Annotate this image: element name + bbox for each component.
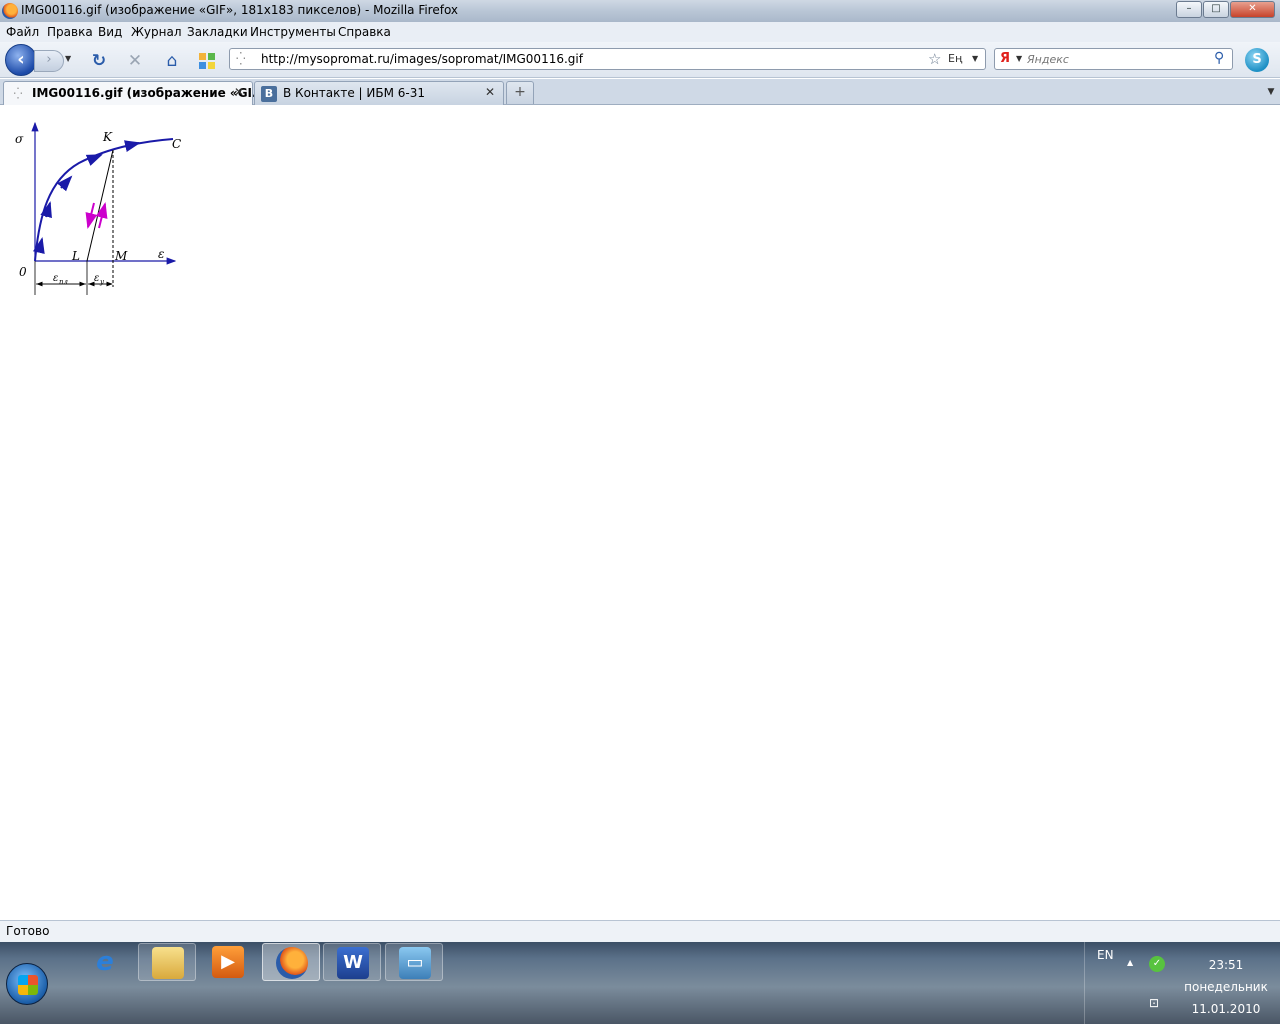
stress-strain-image: σ ε 0 K C L M ε пл ε у	[15, 121, 181, 295]
clock-time: 23:51	[1208, 958, 1244, 972]
stop-icon[interactable]: ✕	[125, 51, 145, 71]
back-arrow-icon: ‹	[17, 49, 25, 70]
history-dropdown-button[interactable]: ▼	[65, 54, 71, 63]
back-button[interactable]: ‹	[5, 44, 37, 76]
eps-elastic-subscript: у	[99, 278, 105, 286]
taskbar-file-explorer[interactable]	[138, 943, 196, 981]
menu-file[interactable]: Файл	[6, 25, 39, 39]
epsilon-label: ε	[158, 247, 164, 261]
tab-bar: ⁛ IMG00116.gif (изображение «GI... ✕ B В…	[0, 79, 1280, 105]
page-content: σ ε 0 K C L M ε пл ε у	[0, 106, 1280, 920]
clock-date: 11.01.2010	[1191, 1002, 1261, 1016]
tab-label: В Контакте | ИБМ 6-31	[283, 86, 426, 100]
yandex-icon[interactable]: Я	[1000, 51, 1010, 66]
origin-label: 0	[19, 265, 27, 279]
search-bar[interactable]: Я ▼ ⚲	[994, 48, 1233, 70]
menu-help[interactable]: Справка	[338, 25, 391, 39]
media-player-icon: ▶	[212, 946, 244, 978]
bookmark-star-icon[interactable]: ☆	[928, 50, 941, 68]
search-input[interactable]	[1027, 51, 1207, 67]
menu-bookmarks[interactable]: Закладки	[187, 25, 248, 39]
point-l-label: L	[71, 249, 80, 263]
network-icon[interactable]: ⊡	[1149, 996, 1159, 1010]
new-tab-button[interactable]: +	[506, 81, 534, 104]
close-button[interactable]: ✕	[1230, 1, 1275, 18]
security-shield-icon[interactable]: ✓	[1149, 956, 1165, 972]
loading-curve	[34, 138, 174, 262]
forward-arrow-icon: ›	[46, 52, 52, 67]
tab-vkontakte[interactable]: B В Контакте | ИБМ 6-31 ✕	[254, 81, 504, 105]
point-m-label: M	[114, 249, 128, 263]
menu-bar: Файл Правка Вид Журнал Закладки Инструме…	[0, 22, 1280, 42]
eps-plastic-subscript: пл	[59, 278, 68, 286]
title-bar: IMG00116.gif (изображение «GIF», 181x183…	[0, 0, 1280, 22]
unloading-arrow	[85, 202, 98, 229]
taskbar-media-player[interactable]: ▶	[199, 943, 257, 981]
loading-arrow	[33, 237, 45, 254]
start-button[interactable]	[6, 963, 48, 1005]
keyboard-layout-indicator[interactable]: Eң	[948, 52, 962, 65]
status-bar: Готово	[0, 920, 1280, 942]
taskbar-picture-viewer[interactable]: ▭	[385, 943, 443, 981]
taskbar-firefox[interactable]	[262, 943, 320, 981]
skype-icon[interactable]: S	[1245, 48, 1269, 72]
window-title: IMG00116.gif (изображение «GIF», 181x183…	[21, 3, 459, 17]
url-text[interactable]: http://mysopromat.ru/images/sopromat/IMG…	[261, 52, 583, 66]
menu-edit[interactable]: Правка	[47, 25, 93, 39]
system-tray: EN ▲ ✓ ⊡ 23:51 понедельник 11.01.2010	[1084, 942, 1280, 1024]
file-explorer-icon	[152, 947, 184, 979]
search-icon[interactable]: ⚲	[1214, 50, 1224, 66]
word-icon: W	[337, 947, 369, 979]
page-icon: ⁛	[13, 87, 23, 100]
maximize-button[interactable]: □	[1203, 1, 1229, 18]
minimize-button[interactable]: –	[1176, 1, 1202, 18]
menu-tools[interactable]: Инструменты	[250, 25, 336, 39]
clock[interactable]: 23:51 понедельник 11.01.2010	[1181, 954, 1271, 1020]
point-k-label: K	[102, 130, 113, 144]
tab-close-icon[interactable]: ✕	[234, 85, 244, 99]
eps-elastic-label: ε	[94, 273, 99, 284]
url-bar[interactable]: ⁛ http://mysopromat.ru/images/sopromat/I…	[229, 48, 986, 70]
taskbar-word[interactable]: W	[323, 943, 381, 981]
page-icon: ⁛	[236, 52, 246, 66]
tab-close-icon[interactable]: ✕	[485, 85, 495, 99]
unloading-line	[86, 149, 114, 262]
home-icon[interactable]: ⌂	[162, 51, 182, 71]
show-hidden-icons-button[interactable]: ▲	[1127, 958, 1133, 967]
tab-label: IMG00116.gif (изображение «GI...	[32, 86, 266, 100]
eps-plastic-label: ε	[53, 273, 58, 284]
bookmarks-grid-icon[interactable]	[197, 51, 217, 71]
tab-image[interactable]: ⁛ IMG00116.gif (изображение «GI... ✕	[3, 81, 266, 105]
sigma-label: σ	[15, 132, 24, 146]
status-text: Готово	[6, 924, 50, 938]
menu-history[interactable]: Журнал	[131, 25, 182, 39]
list-all-tabs-button[interactable]: ▼	[1263, 82, 1279, 104]
firefox-icon	[276, 947, 308, 979]
taskbar-internet-explorer[interactable]: e	[76, 943, 134, 981]
reload-icon[interactable]: ↻	[89, 51, 109, 71]
url-dropdown-icon[interactable]: ▼	[972, 54, 978, 63]
search-engine-dropdown-icon[interactable]: ▼	[1016, 54, 1022, 63]
forward-button[interactable]: ›	[34, 50, 64, 72]
point-c-label: C	[172, 137, 181, 151]
taskbar: e ▶ W ▭ EN ▲ ✓ ⊡ 23:51 понедельник 11.01…	[0, 942, 1280, 1024]
clock-weekday: понедельник	[1184, 980, 1268, 994]
language-indicator[interactable]: EN	[1097, 948, 1114, 962]
loading-arrow	[57, 175, 73, 192]
firefox-icon	[2, 3, 18, 19]
picture-viewer-icon: ▭	[399, 947, 431, 979]
vkontakte-icon: B	[261, 86, 277, 102]
internet-explorer-icon: e	[96, 947, 114, 977]
windows-logo-icon	[18, 975, 38, 995]
menu-view[interactable]: Вид	[98, 25, 122, 39]
